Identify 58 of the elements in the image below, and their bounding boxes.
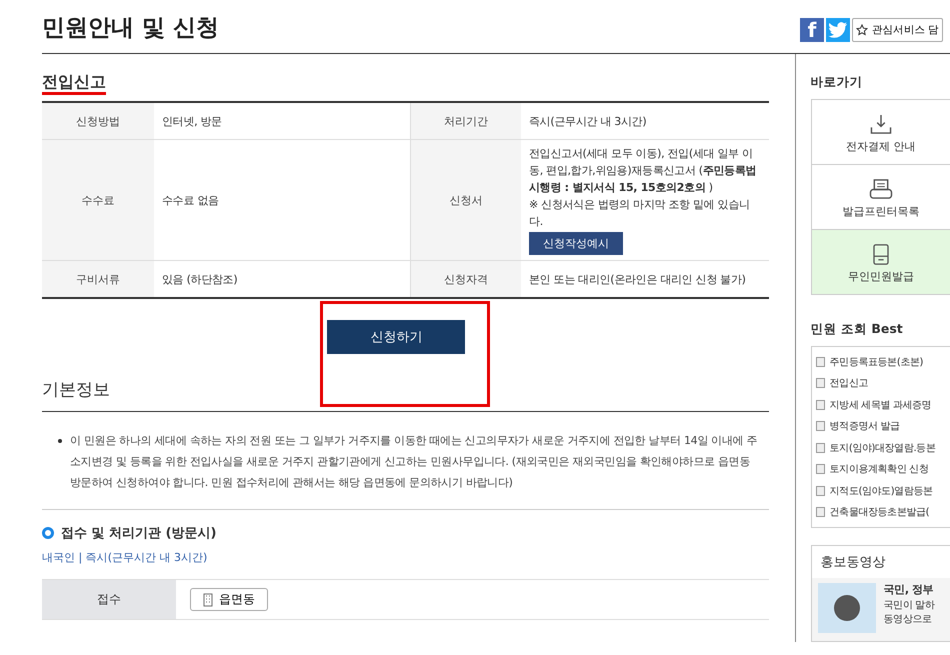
section-title: 전입신고 bbox=[42, 72, 106, 95]
popular-link[interactable]: 건축물대장등초본발급( bbox=[830, 505, 930, 520]
printer-icon bbox=[868, 179, 894, 200]
document-icon bbox=[816, 442, 825, 453]
bullet-icon bbox=[58, 439, 62, 443]
table-cell-text: 수수료 없음 bbox=[162, 192, 220, 208]
video-description: 동영상으로 bbox=[884, 613, 933, 627]
popular-link[interactable]: 병적증명서 발급 bbox=[830, 419, 900, 434]
favorite-button[interactable]: 관심서비스 담 bbox=[852, 18, 943, 42]
sidebar-heading: 바로가기 bbox=[810, 74, 864, 91]
shortcut-link[interactable]: 전자결제 안내 bbox=[812, 100, 950, 165]
page-title: 민원안내 및 신청 bbox=[42, 14, 220, 43]
popular-link[interactable]: 전입신고 bbox=[830, 376, 868, 390]
table-cell-text: 전입신고서(세대 모두 이동), 전입(세대 일부 이동, 편입,합가,위임용)재등록신고서 (주민등록법 시행령 : 별지서식 15, 15호의2호의 ) bbox=[529, 146, 758, 196]
form-note: ※ 신청서식은 법령의 마지막 조항 밑에 있습니다. bbox=[529, 197, 751, 230]
video-title[interactable]: 국민, 정부 bbox=[884, 583, 934, 597]
download-icon bbox=[868, 114, 893, 135]
table-header-cell: 신청서 bbox=[410, 140, 521, 260]
popular-link[interactable]: 지방세 세목별 과세증명 bbox=[830, 398, 932, 412]
document-icon bbox=[816, 486, 825, 496]
document-icon bbox=[816, 400, 825, 410]
circle-icon bbox=[42, 527, 54, 539]
popular-link[interactable]: 토지(임야)대장열람.등본 bbox=[830, 440, 936, 455]
document-icon bbox=[816, 356, 825, 367]
bird-icon[interactable] bbox=[826, 18, 850, 42]
table-cell-text: 인터넷, 방문 bbox=[162, 114, 223, 130]
document-icon bbox=[816, 421, 825, 432]
description-text: 이 민원은 하나의 세대에 속하는 자의 전원 또는 그 일부가 거주지를 이동한 때에는 신고의무자가 새로운 거주지에 전입한 날부터 14일 이내에 주소지변경 및 등록을 위한 전입사실을 새로운 거주지 관할기관에게 신고하는 민원사무입니다. (재외국민은 재외국민임을 확인해야하므로 읍면동 방문하여 신청하여야 합니다. 민원 접수처리에 관해서는 해당 읍면동에 문의하시기 바랍니다) bbox=[70, 433, 758, 491]
document-icon bbox=[816, 464, 825, 474]
video-panel-title: 홍보동영상 bbox=[812, 546, 950, 578]
office-button[interactable]: 읍면동 bbox=[190, 588, 268, 611]
table-header-cell: 수수료 bbox=[42, 140, 154, 260]
section-heading: 기본정보 bbox=[42, 378, 769, 412]
apply-button[interactable]: 신청하기 bbox=[327, 320, 466, 354]
popular-link[interactable]: 지적도(임야도)열람등본 bbox=[830, 484, 933, 498]
table-cell-text: 본인 또는 대리인(온라인은 대리인 신청 불가) bbox=[529, 272, 747, 288]
building-icon bbox=[203, 592, 213, 606]
table-header-cell: 신청방법 bbox=[42, 102, 154, 140]
example-button[interactable]: 신청작성예시 bbox=[529, 232, 623, 255]
table-header-cell: 구비서류 bbox=[42, 260, 154, 298]
table-cell-text: 있음 (하단참조) bbox=[162, 272, 238, 288]
tab-label: 접수 bbox=[42, 580, 176, 619]
facebook-icon[interactable]: f bbox=[800, 18, 824, 42]
agency-meta: 내국인 | 즉시(근무시간 내 3시간) bbox=[42, 550, 208, 565]
popular-link[interactable]: 토지이용계획확인 신청 bbox=[830, 462, 928, 476]
sidebar-heading: 민원 조회 Best bbox=[810, 321, 904, 338]
star-icon bbox=[856, 24, 868, 36]
table-cell-text: 즉시(근무시간 내 3시간) bbox=[529, 114, 648, 130]
document-icon bbox=[816, 378, 825, 388]
table-header-cell: 처리기간 bbox=[410, 102, 521, 140]
shortcut-link[interactable]: 무인민원발급 bbox=[812, 230, 950, 294]
subsection-title: 접수 및 처리기관 (방문시) bbox=[61, 525, 216, 542]
popular-link[interactable]: 주민등록표등본(초본) bbox=[830, 354, 924, 369]
document-icon bbox=[816, 507, 825, 518]
video-thumbnail[interactable] bbox=[818, 583, 876, 633]
kiosk-icon bbox=[872, 244, 890, 265]
video-description: 국민이 말하 bbox=[884, 599, 934, 613]
table-header-cell: 신청자격 bbox=[410, 260, 521, 298]
